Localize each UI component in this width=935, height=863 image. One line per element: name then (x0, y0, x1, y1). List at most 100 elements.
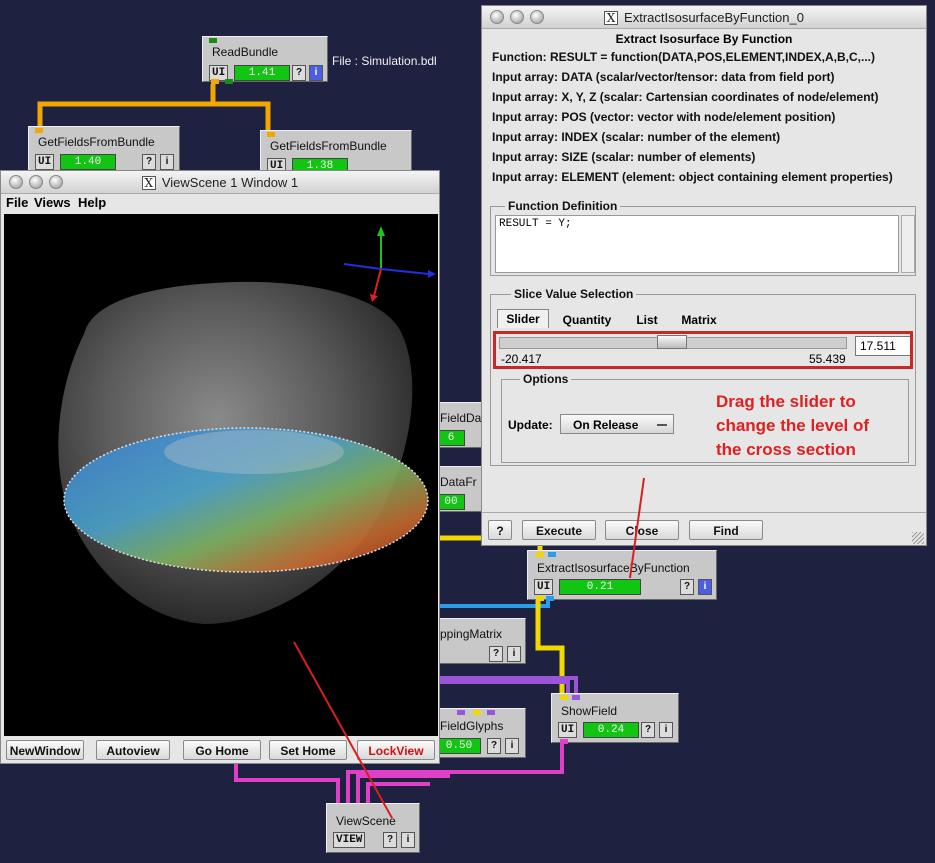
input-port[interactable] (560, 695, 568, 700)
module-title: FieldDa (440, 411, 482, 425)
module-title: ExtractIsosurfaceByFunction (537, 561, 690, 575)
info-button[interactable]: i (505, 738, 519, 754)
window-title-text: ViewScene 1 Window 1 (161, 175, 299, 190)
output-port[interactable] (211, 79, 219, 84)
window-title: X ExtractIsosurfaceByFunction_0 (482, 10, 926, 25)
dropdown-indicator-icon (657, 424, 667, 426)
progress-bar: 6 (437, 430, 465, 446)
help-button[interactable]: ? (488, 520, 512, 540)
annotation-line: change the level of (716, 416, 870, 435)
input-port[interactable] (457, 710, 465, 715)
button-bar-divider (482, 512, 926, 513)
ui-button[interactable]: UI (35, 154, 55, 170)
help-button[interactable]: ? (641, 722, 655, 738)
sethome-button[interactable]: Set Home (269, 740, 347, 760)
window-title: X ViewScene 1 Window 1 (1, 175, 439, 190)
help-button[interactable]: ? (680, 579, 694, 595)
update-dropdown[interactable]: On Release (560, 414, 674, 434)
output-port[interactable] (560, 739, 568, 744)
resize-grip-icon[interactable] (912, 532, 924, 544)
module-extractisosurfacebyfunction[interactable]: ExtractIsosurfaceByFunction UI 0.21 ? i (527, 550, 717, 601)
info-line: Input array: SIZE (scalar: number of ele… (492, 150, 756, 164)
info-line: Input array: INDEX (scalar: number of th… (492, 130, 781, 144)
progress-bar: 0.50 (437, 738, 481, 754)
autoview-button[interactable]: Autoview (96, 740, 170, 760)
annotation-line: the cross section (716, 440, 856, 459)
titlebar[interactable]: X ExtractIsosurfaceByFunction_0 (482, 6, 926, 29)
help-button[interactable]: ? (142, 154, 156, 170)
output-port[interactable] (225, 79, 233, 84)
info-line: Input array: X, Y, Z (scalar: Cartensian… (492, 90, 879, 104)
output-port[interactable] (546, 596, 554, 601)
group-label: Function Definition (505, 199, 621, 213)
function-definition-group: Function Definition RESULT = Y; (490, 199, 916, 276)
module-title: FieldGlyphs (440, 719, 504, 733)
annotation-highlight-box (493, 331, 913, 369)
module-getfieldsfrombundle-1[interactable]: GetFieldsFromBundle UI 1.40 ? i (28, 126, 180, 172)
view-button[interactable]: VIEW (333, 832, 366, 848)
input-port[interactable] (548, 552, 556, 557)
output-port[interactable] (536, 596, 544, 601)
execute-button[interactable]: Execute (522, 520, 596, 540)
info-button[interactable]: i (659, 722, 673, 738)
tab-matrix[interactable]: Matrix (673, 313, 725, 327)
help-button[interactable]: ? (292, 65, 306, 81)
help-button[interactable]: ? (489, 646, 503, 662)
x11-icon: X (604, 11, 619, 25)
gohome-button[interactable]: Go Home (183, 740, 261, 760)
function-textarea[interactable]: RESULT = Y; (495, 215, 899, 273)
rendered-scene (58, 226, 436, 624)
progress-bar: 1.40 (60, 154, 116, 170)
info-line: Input array: POS (vector: vector with no… (492, 110, 836, 124)
find-button[interactable]: Find (689, 520, 763, 540)
input-port[interactable] (536, 552, 544, 557)
group-label: Slice Value Selection (511, 287, 637, 301)
tab-list[interactable]: List (629, 313, 665, 327)
help-button[interactable]: ? (383, 832, 397, 848)
file-label: File : Simulation.bdl (332, 54, 437, 68)
module-header: Extract Isosurface By Function (615, 32, 793, 46)
update-value: On Release (573, 418, 639, 432)
tab-label: List (636, 313, 658, 327)
tab-quantity[interactable]: Quantity (555, 313, 619, 327)
info-button[interactable]: i (160, 154, 174, 170)
module-title: ViewScene (336, 814, 396, 828)
module-readbundle[interactable]: ReadBundle UI 1.41 ? i (202, 36, 328, 84)
info-button[interactable]: i (698, 579, 712, 595)
input-port[interactable] (209, 38, 217, 43)
input-port[interactable] (572, 695, 580, 700)
progress-bar: 0.21 (559, 579, 641, 595)
3d-viewport[interactable] (4, 214, 438, 736)
info-button[interactable]: i (401, 832, 415, 848)
info-button[interactable]: i (309, 65, 323, 81)
ui-button[interactable]: UI (558, 722, 578, 738)
close-button[interactable]: Close (605, 520, 679, 540)
group-label: Options (520, 372, 572, 386)
newwindow-button[interactable]: NewWindow (6, 740, 84, 760)
annotation-line: Drag the slider to (716, 392, 856, 411)
titlebar[interactable]: X ViewScene 1 Window 1 (1, 171, 439, 194)
tab-slider[interactable]: Slider (497, 309, 549, 328)
menu-views[interactable]: Views (34, 195, 71, 210)
function-text: RESULT = Y; (499, 218, 572, 230)
info-button[interactable]: i (507, 646, 521, 662)
module-title: ppingMatrix (440, 627, 503, 641)
menu-help[interactable]: Help (78, 195, 106, 210)
help-button[interactable]: ? (487, 738, 501, 754)
input-port[interactable] (473, 710, 481, 715)
module-showfield[interactable]: ShowField UI 0.24 ? i (551, 693, 679, 744)
progress-bar: 00 (437, 494, 465, 510)
input-port[interactable] (487, 710, 495, 715)
progress-bar: 0.24 (583, 722, 639, 738)
annotation-text: Drag the slider to change the level of t… (716, 390, 906, 462)
module-viewscene[interactable]: ViewScene VIEW ? i (326, 803, 420, 853)
lockview-button[interactable]: LockView (357, 740, 435, 760)
ui-button[interactable]: UI (534, 579, 554, 595)
module-title: DataFr (440, 475, 477, 489)
input-port[interactable] (35, 128, 43, 133)
input-port[interactable] (267, 132, 275, 137)
x11-icon: X (141, 176, 156, 190)
scrollbar[interactable] (901, 215, 915, 273)
menu-file[interactable]: File (6, 195, 28, 210)
tab-label: Quantity (562, 313, 612, 327)
